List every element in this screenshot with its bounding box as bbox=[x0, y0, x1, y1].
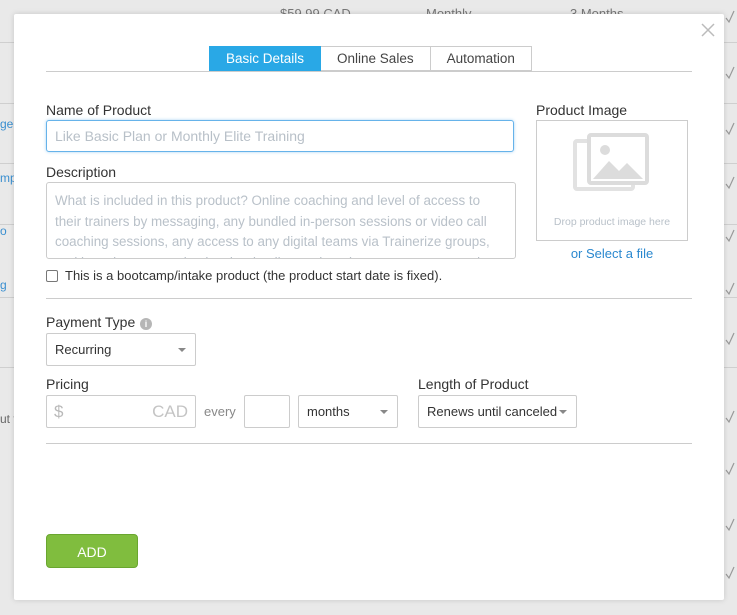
description-label: Description bbox=[46, 164, 117, 180]
checkmark-icon bbox=[725, 176, 735, 190]
payment-type-value: Recurring bbox=[55, 342, 112, 357]
checkmark-icon bbox=[725, 332, 735, 346]
tab-basic-details[interactable]: Basic Details bbox=[209, 46, 322, 71]
drop-image-hint: Drop product image here bbox=[553, 216, 671, 228]
close-icon[interactable] bbox=[700, 22, 716, 38]
tab-online-sales[interactable]: Online Sales bbox=[321, 46, 431, 71]
payment-type-select[interactable]: Recurring bbox=[46, 333, 196, 366]
checkmark-icon bbox=[725, 229, 735, 243]
pricing-label: Pricing bbox=[46, 376, 89, 392]
bg-row-link[interactable]: ge bbox=[0, 117, 13, 131]
checkmark-icon bbox=[725, 518, 735, 532]
checkmark-icon bbox=[725, 410, 735, 424]
tab-bar: Basic Details Online Sales Automation bbox=[209, 46, 532, 71]
currency-code: CAD bbox=[152, 402, 188, 421]
chevron-down-icon bbox=[178, 348, 186, 352]
bootcamp-checkbox-row: This is a bootcamp/intake product (the p… bbox=[46, 268, 442, 283]
length-of-product-select[interactable]: Renews until canceled bbox=[418, 395, 577, 428]
product-image-label: Product Image bbox=[536, 102, 628, 118]
bg-row-link[interactable]: o bbox=[0, 224, 7, 238]
section-divider bbox=[46, 443, 692, 444]
tab-underline-divider bbox=[46, 71, 692, 72]
checkmark-icon bbox=[725, 10, 735, 24]
chevron-down-icon bbox=[380, 410, 388, 414]
every-label: every bbox=[204, 404, 236, 419]
length-of-product-value: Renews until canceled bbox=[427, 404, 558, 419]
payment-type-label: Payment Type bbox=[46, 314, 136, 330]
price-input[interactable]: $ CAD bbox=[46, 395, 196, 428]
image-placeholder-icon bbox=[573, 133, 653, 208]
info-icon[interactable]: i bbox=[140, 318, 152, 330]
bg-row-link[interactable]: g bbox=[0, 278, 7, 292]
interval-count-input[interactable] bbox=[244, 395, 290, 428]
checkmark-icon bbox=[725, 566, 735, 580]
tab-automation[interactable]: Automation bbox=[430, 46, 532, 71]
add-product-modal: Basic Details Online Sales Automation Na… bbox=[14, 14, 724, 600]
checkmark-icon bbox=[725, 282, 735, 296]
bootcamp-checkbox-label: This is a bootcamp/intake product (the p… bbox=[65, 268, 443, 283]
name-of-product-label: Name of Product bbox=[46, 102, 152, 118]
select-file-link[interactable]: or Select a file bbox=[536, 246, 688, 261]
product-image-dropzone[interactable]: Drop product image here bbox=[536, 120, 688, 241]
product-name-input[interactable] bbox=[46, 120, 514, 152]
checkmark-icon bbox=[725, 122, 735, 136]
add-button[interactable]: ADD bbox=[46, 534, 138, 568]
currency-symbol: $ bbox=[54, 402, 64, 421]
checkmark-icon bbox=[725, 462, 735, 476]
chevron-down-icon bbox=[559, 410, 567, 414]
interval-unit-value: months bbox=[307, 404, 350, 419]
section-divider bbox=[46, 298, 692, 299]
bootcamp-checkbox[interactable] bbox=[46, 269, 58, 282]
interval-unit-select[interactable]: months bbox=[298, 395, 398, 428]
checkmark-icon bbox=[725, 66, 735, 80]
description-textarea[interactable] bbox=[46, 182, 516, 259]
length-of-product-label: Length of Product bbox=[418, 376, 529, 392]
